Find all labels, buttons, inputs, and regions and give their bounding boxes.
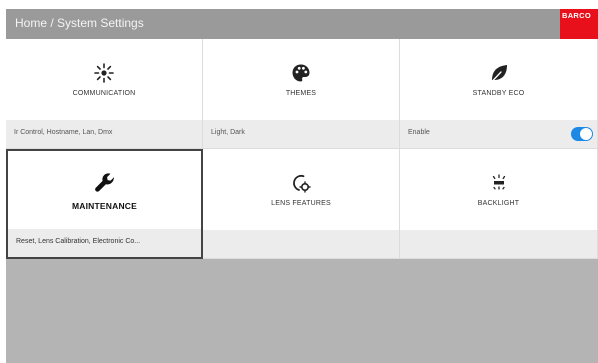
tile-title: COMMUNICATION	[72, 89, 136, 97]
tile-subtitle-bar: Enable	[400, 120, 597, 148]
tile-title: LENS FEATURES	[271, 199, 331, 207]
tile-title: MAINTENANCE	[71, 201, 137, 211]
lens-settings-icon	[290, 172, 312, 194]
settings-grid: COMMUNICATION Ir Control, Hostname, Lan,…	[6, 39, 598, 259]
tile-subtitle-bar: Ir Control, Hostname, Lan, Dmx	[6, 120, 202, 148]
tile-themes[interactable]: THEMES Light, Dark	[203, 39, 400, 149]
screen: Home / System Settings BARCO COMMUNICATI…	[0, 0, 598, 363]
tile-subtitle: Ir Control, Hostname, Lan, Dmx	[14, 129, 113, 136]
communication-icon	[93, 62, 115, 84]
header-bar: Home / System Settings BARCO	[6, 9, 598, 39]
standby-eco-toggle[interactable]	[571, 127, 593, 141]
tile-backlight[interactable]: BACKLIGHT	[400, 149, 598, 259]
tile-standby-eco[interactable]: STANDBY ECO Enable	[400, 39, 598, 149]
palette-icon	[290, 62, 312, 84]
tile-subtitle: Reset, Lens Calibration, Electronic Co..…	[16, 238, 141, 245]
brand-logo-text: BARCO	[562, 11, 591, 20]
breadcrumb: Home / System Settings	[15, 16, 144, 30]
tile-subtitle-bar	[400, 230, 597, 258]
leaf-icon	[488, 62, 510, 84]
tile-subtitle-bar: Light, Dark	[203, 120, 399, 148]
brand-logo: BARCO	[560, 9, 598, 39]
tile-subtitle: Enable	[408, 129, 430, 136]
empty-area	[6, 259, 598, 363]
tile-subtitle-bar	[203, 230, 399, 258]
tile-title: STANDBY ECO	[472, 89, 525, 97]
toggle-knob	[580, 128, 592, 140]
tile-subtitle: Light, Dark	[211, 129, 245, 136]
tile-lens-features[interactable]: LENS FEATURES	[203, 149, 400, 259]
tile-maintenance[interactable]: MAINTENANCE Reset, Lens Calibration, Ele…	[6, 149, 203, 259]
tile-title: THEMES	[285, 89, 317, 97]
wrench-icon	[93, 171, 117, 195]
tile-title: BACKLIGHT	[477, 199, 520, 207]
backlight-icon	[488, 172, 510, 194]
tile-communication[interactable]: COMMUNICATION Ir Control, Hostname, Lan,…	[6, 39, 203, 149]
tile-subtitle-bar: Reset, Lens Calibration, Electronic Co..…	[8, 229, 201, 257]
